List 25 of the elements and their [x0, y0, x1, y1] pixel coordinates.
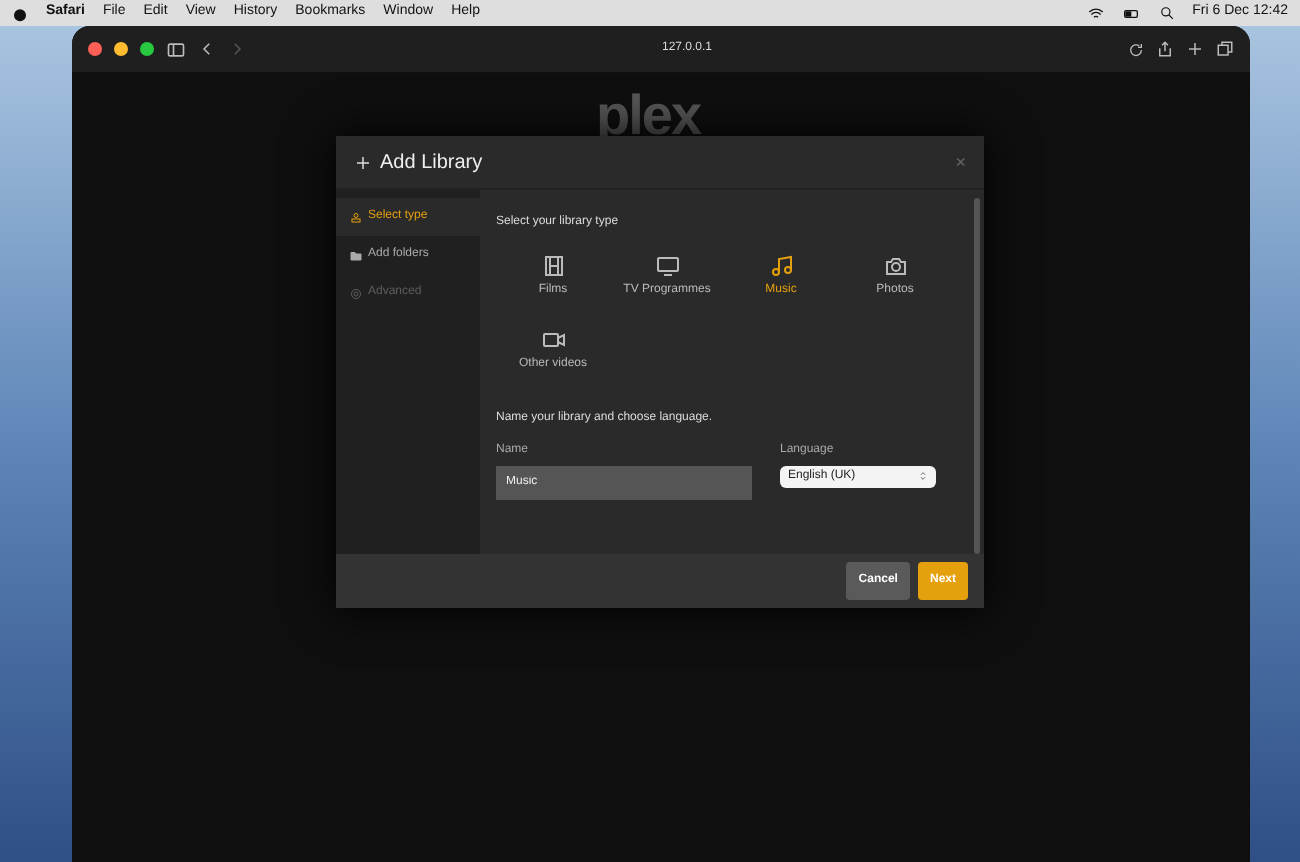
video-camera-icon: [541, 327, 565, 352]
sidebar-icon: [166, 39, 186, 59]
music-note-icon: [769, 254, 793, 278]
battery-icon: [1122, 5, 1143, 21]
scrollbar-thumb[interactable]: [974, 198, 980, 554]
film-icon: [541, 254, 565, 278]
plex-logo: plex: [596, 88, 701, 144]
back-icon: [198, 40, 216, 58]
chevron-updown-icon: [918, 470, 928, 483]
minimize-window-button[interactable]: [114, 42, 128, 56]
tv-icon: [655, 254, 679, 278]
stack-icon: [350, 211, 362, 223]
close-window-button[interactable]: [88, 42, 102, 56]
dialog-title: Add Library: [380, 149, 485, 177]
wifi-icon: [1088, 5, 1105, 21]
zoom-window-button[interactable]: [140, 42, 154, 56]
plus-icon: [354, 153, 372, 171]
forward-icon: [228, 40, 246, 58]
share-icon: [1156, 40, 1174, 58]
reload-icon: [1128, 41, 1144, 57]
plus-icon: [1186, 40, 1204, 58]
tabs-icon: [1216, 40, 1234, 58]
folder-icon: [350, 249, 362, 261]
search-icon: [1160, 6, 1175, 20]
camera-icon: [883, 254, 907, 278]
